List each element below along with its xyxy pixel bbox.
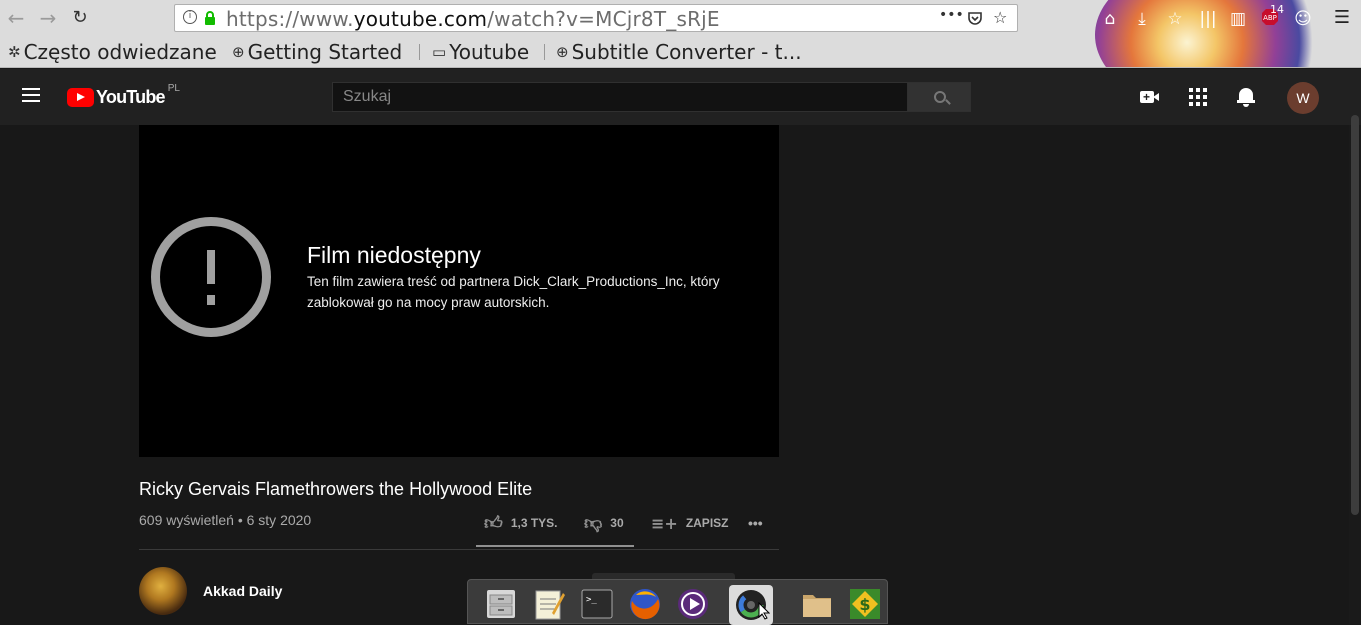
youtube-logo[interactable]: YouTube PL (67, 83, 180, 108)
search-box (332, 82, 908, 112)
like-count: 1,3 TYS. (510, 516, 558, 530)
divider (139, 549, 779, 550)
globe-icon: ⊕ (232, 43, 245, 61)
video-title: Ricky Gervais Flamethrowers the Hollywoo… (139, 479, 533, 499)
menu-icon[interactable] (22, 88, 40, 102)
gear-icon: ✲ (8, 43, 21, 61)
folder-icon: ▭ (432, 43, 447, 61)
adblock-count: 14 (1270, 3, 1284, 16)
play-logo-icon (67, 88, 94, 107)
search-button[interactable] (907, 82, 971, 112)
taskbar-dock: >_ $ (467, 579, 888, 625)
search-input[interactable] (333, 83, 907, 111)
bookmark-folder[interactable]: ▭ Youtube (432, 40, 529, 64)
thumbs-down-icon: 👎︎ (584, 513, 603, 534)
mouse-cursor-icon (758, 602, 770, 620)
logo-text: YouTube (96, 87, 166, 107)
media-player-icon[interactable] (676, 587, 710, 621)
folder-icon[interactable] (800, 587, 834, 621)
firefox-icon[interactable] (628, 587, 662, 621)
sidebar-icon[interactable]: ▥ (1227, 8, 1249, 30)
bookmark-star-icon[interactable]: ☆ (993, 8, 1007, 27)
menu-icon[interactable]: ☰ (1332, 8, 1352, 28)
address-bar[interactable]: i https://www.youtube.com/watch?v=MCjr8T… (174, 4, 1018, 32)
site-info-icon[interactable]: i (183, 10, 197, 24)
more-actions-button[interactable]: ••• (748, 508, 763, 538)
scrollbar[interactable] (1349, 115, 1361, 624)
save-button[interactable]: ≡+ ZAPISZ (651, 508, 728, 538)
download-icon[interactable]: ⤓ (1131, 8, 1153, 30)
like-button[interactable]: 👍︎ 1,3 TYS. (484, 508, 558, 538)
bookmark-label: Youtube (449, 40, 530, 64)
video-meta: 609 wyświetleń • 6 sty 2020 (139, 512, 312, 528)
bookmarks-bar: ✲ Często odwiedzane ⊕ Getting Started ▭ You… (0, 38, 1361, 66)
text-editor-icon[interactable] (532, 587, 566, 621)
user-avatar[interactable]: W (1287, 82, 1319, 114)
svg-text:>_: >_ (586, 595, 597, 605)
money-manager-icon[interactable]: $ (848, 587, 882, 621)
youtube-header: YouTube PL + W (0, 69, 1361, 125)
notifications-bell-icon[interactable] (1234, 85, 1258, 109)
terminal-icon[interactable]: >_ (580, 587, 614, 621)
thumbs-up-icon: 👍︎ (484, 513, 503, 534)
bookmark-item[interactable]: ⊕ Subtitle Converter - t... (556, 40, 802, 64)
dislike-count: 30 (610, 516, 624, 530)
home-icon[interactable]: ⌂ (1099, 8, 1121, 30)
globe-icon: ⊕ (556, 43, 569, 61)
country-code: PL (167, 83, 180, 94)
dislike-button[interactable]: 👎︎ 30 (584, 508, 624, 538)
warning-icon (151, 217, 271, 337)
library-icon[interactable]: ||| (1197, 8, 1219, 30)
pocket-icon[interactable] (967, 10, 983, 26)
more-icon: ••• (748, 515, 763, 531)
bookmark-label: Często odwiedzane (23, 40, 217, 64)
separator (419, 44, 420, 60)
file-cabinet-icon[interactable] (484, 587, 518, 621)
separator (544, 44, 545, 60)
back-button[interactable]: ← (4, 6, 28, 30)
channel-avatar[interactable] (139, 567, 187, 615)
apps-grid-icon[interactable] (1186, 85, 1210, 109)
active-app-highlight[interactable] (729, 585, 773, 625)
account-icon[interactable]: ☺ (1292, 8, 1314, 30)
bookmark-label: Subtitle Converter - t... (571, 40, 802, 64)
browser-toolbar: ← → ↻ i https://www.youtube.com/watch?v=… (0, 0, 1361, 68)
bookmark-item[interactable]: ⊕ Getting Started (232, 40, 402, 64)
page-actions-icon[interactable]: ••• (939, 7, 964, 23)
video-player[interactable]: Film niedostępny Ten film zawiera treść … (139, 125, 779, 457)
channel-name[interactable]: Akkad Daily (203, 583, 282, 599)
unavailable-message: Ten film zawiera treść od partnera Dick_… (307, 274, 720, 310)
lock-icon (205, 11, 215, 25)
scrollbar-thumb[interactable] (1351, 115, 1359, 515)
bookmark-manager-icon[interactable]: ☆ (1164, 8, 1186, 30)
add-to-playlist-icon: ≡+ (651, 513, 678, 533)
unavailable-title: Film niedostępny (307, 242, 481, 268)
reload-button[interactable]: ↻ (68, 6, 92, 30)
sentiment-bar (476, 545, 634, 547)
forward-button[interactable]: → (36, 6, 60, 30)
create-video-icon[interactable]: + (1138, 85, 1162, 109)
bookmark-item[interactable]: ✲ Często odwiedzane (8, 40, 217, 64)
save-label: ZAPISZ (685, 516, 729, 530)
url-text[interactable]: https://www.youtube.com/watch?v=MCjr8T_s… (226, 7, 720, 31)
bookmark-label: Getting Started (247, 40, 403, 64)
svg-text:$: $ (859, 595, 870, 614)
